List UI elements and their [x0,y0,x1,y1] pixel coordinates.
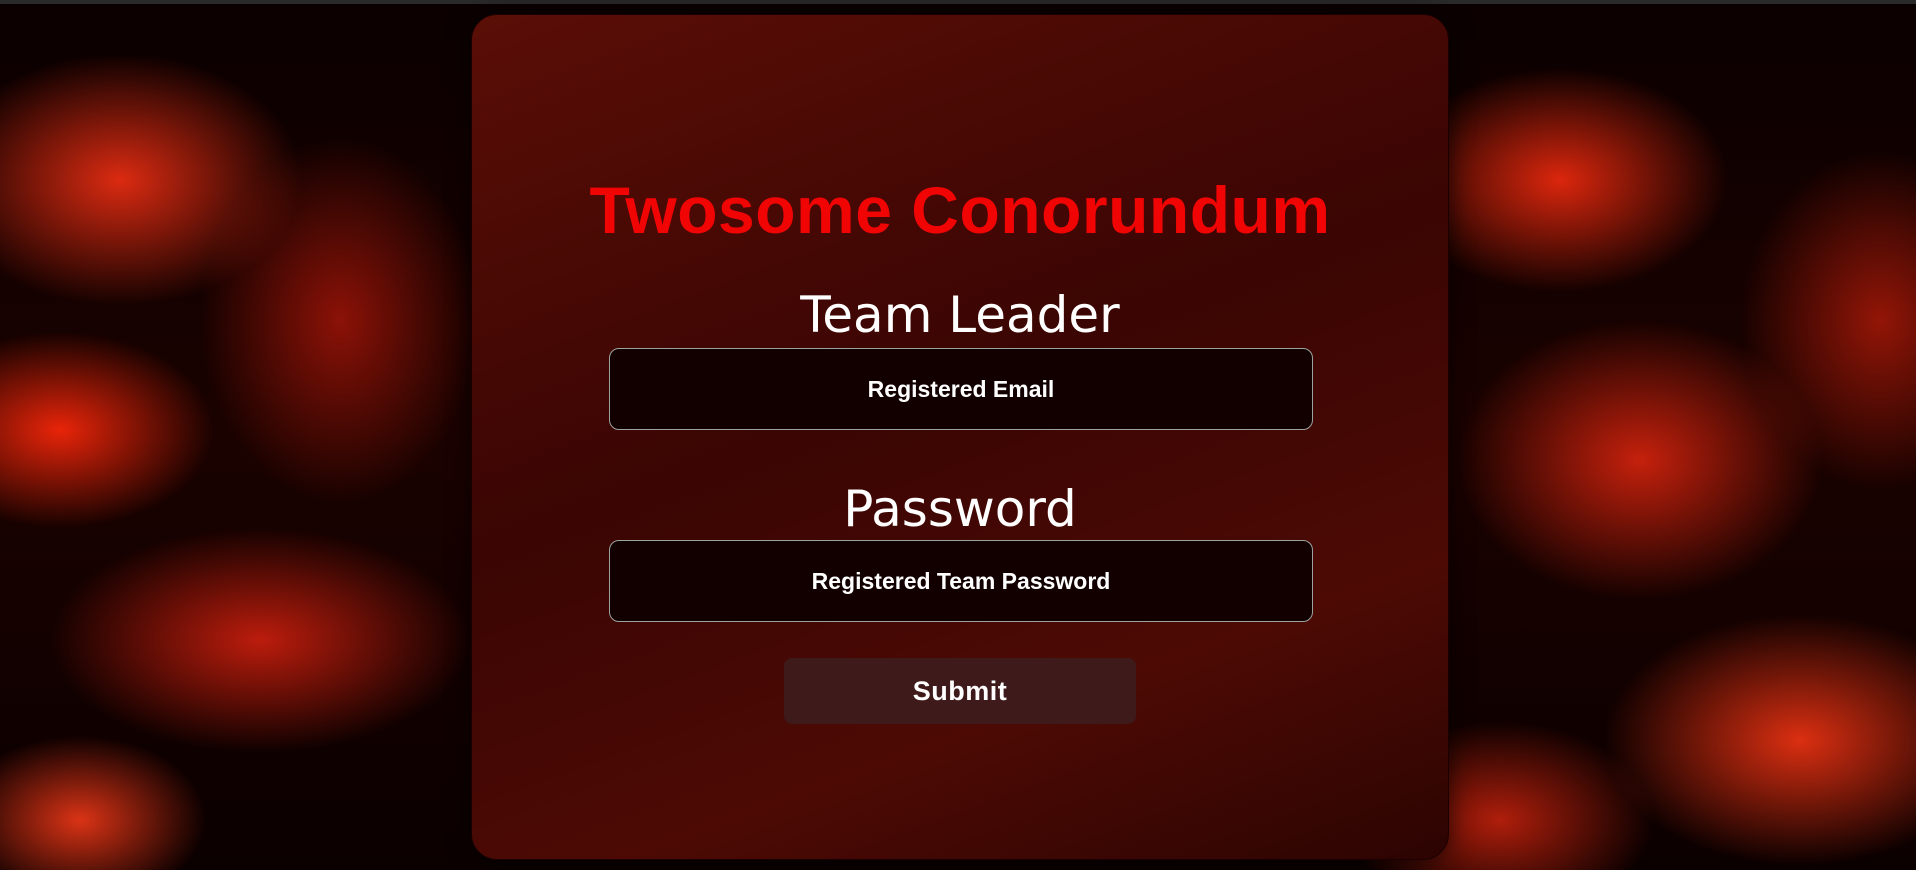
password-field[interactable] [609,540,1313,622]
submit-button[interactable]: Submit [784,658,1136,724]
page-title: Twosome Conorundum [589,173,1331,247]
top-border [0,0,1916,4]
team-leader-label: Team Leader [800,286,1120,344]
email-field[interactable] [609,348,1313,430]
login-page: Twosome Conorundum Team Leader Password … [0,0,1916,870]
password-label: Password [843,480,1077,538]
login-card: Twosome Conorundum Team Leader Password … [471,14,1449,860]
